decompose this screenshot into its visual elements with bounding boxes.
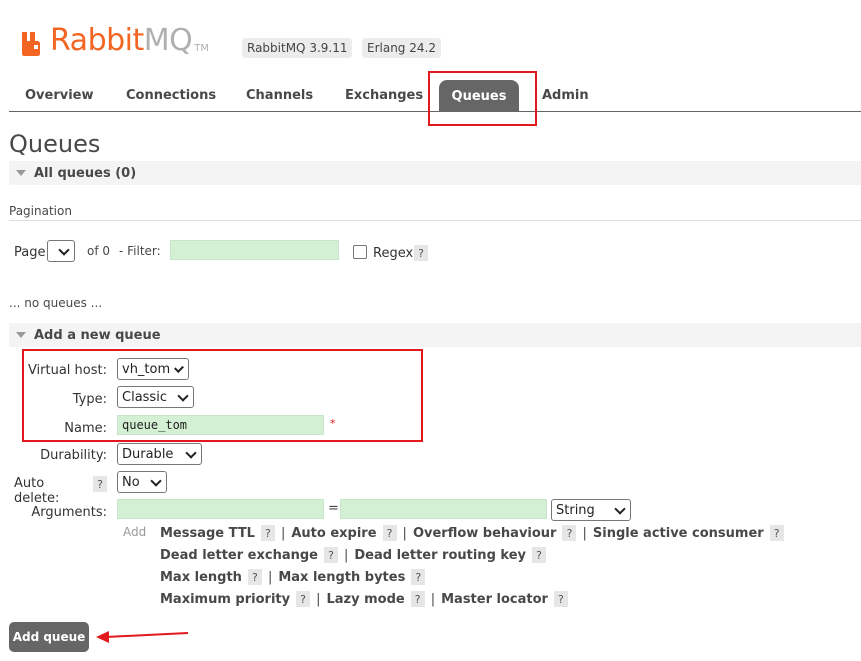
required-mark: *	[330, 417, 336, 430]
durability-value: Durable	[122, 446, 174, 462]
argument-type-select[interactable]: String	[551, 499, 631, 521]
regex-help-icon[interactable]: ?	[414, 245, 428, 261]
separator: |	[430, 591, 436, 607]
dead-letter-routing-key-help-icon[interactable]: ?	[531, 547, 546, 563]
separator: |	[582, 525, 587, 541]
separator: |	[402, 525, 407, 541]
logo-trademark: TM	[194, 43, 210, 54]
arg-max-length[interactable]: Max length	[160, 570, 242, 585]
logo-text-mq: MQ	[143, 23, 193, 58]
argument-shortcuts-row-3: Max length ? | Max length bytes ?	[160, 569, 426, 585]
single-active-consumer-help-icon[interactable]: ?	[769, 525, 784, 541]
no-queues-message: ... no queues ...	[9, 296, 103, 310]
auto-delete-label: Auto delete:	[14, 476, 60, 506]
annotation-arrow-icon	[96, 628, 190, 646]
separator: |	[280, 525, 286, 541]
rabbit-logo-icon	[20, 30, 46, 56]
version-badge: RabbitMQ 3.9.11	[242, 38, 353, 58]
page-count: of 0	[87, 244, 111, 258]
tab-exchanges[interactable]: Exchanges	[345, 88, 423, 103]
separator: |	[316, 591, 321, 607]
type-select[interactable]: Classic	[117, 386, 194, 408]
argument-shortcuts-row-1: Message TTL ? | Auto expire ? | Overflow…	[160, 525, 784, 541]
virtual-host-label: Virtual host:	[27, 363, 107, 378]
auto-delete-select[interactable]: No	[117, 471, 167, 493]
tab-admin[interactable]: Admin	[542, 88, 589, 103]
message-ttl-help-icon[interactable]: ?	[260, 525, 275, 541]
arg-auto-expire[interactable]: Auto expire	[291, 526, 376, 541]
filter-input[interactable]	[170, 240, 339, 260]
name-label: Name:	[64, 421, 107, 436]
add-argument-label: Add	[123, 525, 147, 539]
max-length-bytes-help-icon[interactable]: ?	[411, 569, 426, 585]
chevron-down-icon	[185, 446, 197, 459]
tab-overview[interactable]: Overview	[25, 88, 94, 103]
add-queue-section-label: Add a new queue	[34, 327, 161, 343]
regex-label: Regex	[373, 246, 414, 261]
auto-expire-help-icon[interactable]: ?	[382, 525, 397, 541]
arg-master-locator[interactable]: Master locator	[441, 592, 548, 607]
page-title: Queues	[9, 130, 101, 158]
max-length-help-icon[interactable]: ?	[247, 569, 262, 585]
page-label: Page	[14, 245, 46, 260]
arg-maximum-priority[interactable]: Maximum priority	[160, 592, 290, 607]
virtual-host-value: vh_tom	[122, 361, 171, 377]
arg-overflow-behaviour[interactable]: Overflow behaviour	[413, 526, 557, 541]
pagination-label: Pagination	[9, 204, 72, 218]
all-queues-section-header[interactable]: All queues (0)	[9, 161, 861, 185]
regex-checkbox[interactable]	[353, 245, 367, 259]
arg-dead-letter-routing-key[interactable]: Dead letter routing key	[354, 548, 526, 563]
tab-channels[interactable]: Channels	[246, 88, 313, 103]
all-queues-label: All queues (0)	[34, 165, 137, 181]
durability-select[interactable]: Durable	[117, 443, 202, 465]
chevron-down-icon	[174, 362, 184, 373]
rabbitmq-logo[interactable]: Rabbit MQ TM	[20, 22, 209, 56]
lazy-mode-help-icon[interactable]: ?	[410, 591, 425, 607]
arg-message-ttl[interactable]: Message TTL	[160, 526, 255, 541]
chevron-down-icon	[58, 243, 70, 256]
type-label: Type:	[72, 392, 107, 407]
argument-shortcuts-row-4: Maximum priority ? | Lazy mode ? | Maste…	[160, 591, 568, 607]
tab-connections[interactable]: Connections	[126, 88, 216, 103]
arg-single-active-consumer[interactable]: Single active consumer	[593, 526, 764, 541]
add-queue-button[interactable]: Add queue	[9, 622, 89, 652]
argument-equals: =	[328, 501, 339, 516]
pagination-divider	[9, 220, 861, 221]
argument-type-value: String	[556, 502, 595, 518]
filter-label: - Filter:	[119, 244, 161, 258]
separator: |	[267, 569, 273, 585]
arg-lazy-mode[interactable]: Lazy mode	[326, 592, 404, 607]
add-queue-section-header[interactable]: Add a new queue	[9, 323, 861, 347]
chevron-down-icon	[150, 474, 162, 487]
auto-delete-help-icon[interactable]: ?	[93, 476, 107, 492]
page-select[interactable]	[47, 240, 75, 262]
argument-value-input[interactable]	[340, 499, 547, 519]
dead-letter-exchange-help-icon[interactable]: ?	[323, 547, 338, 563]
erlang-badge: Erlang 24.2	[362, 38, 441, 58]
collapse-triangle-icon	[16, 332, 26, 338]
separator: |	[343, 547, 349, 563]
collapse-triangle-icon	[16, 170, 26, 176]
queue-name-input[interactable]: queue_tom	[117, 415, 324, 435]
overflow-behaviour-help-icon[interactable]: ?	[562, 525, 577, 541]
durability-label: Durability:	[40, 448, 107, 463]
arg-dead-letter-exchange[interactable]: Dead letter exchange	[160, 548, 318, 563]
arguments-label: Arguments:	[31, 505, 107, 520]
type-value: Classic	[122, 389, 167, 405]
argument-shortcuts-row-2: Dead letter exchange ? | Dead letter rou…	[160, 547, 546, 563]
chevron-down-icon	[177, 389, 189, 402]
virtual-host-select[interactable]: vh_tom	[117, 358, 189, 380]
annotation-box-queues-tab	[428, 71, 537, 126]
logo-text-rabbit: Rabbit	[50, 23, 144, 58]
argument-key-input[interactable]	[117, 499, 324, 519]
maximum-priority-help-icon[interactable]: ?	[296, 591, 311, 607]
auto-delete-value: No	[122, 474, 140, 490]
master-locator-help-icon[interactable]: ?	[553, 591, 568, 607]
arg-max-length-bytes[interactable]: Max length bytes	[278, 570, 405, 585]
chevron-down-icon	[614, 502, 626, 515]
